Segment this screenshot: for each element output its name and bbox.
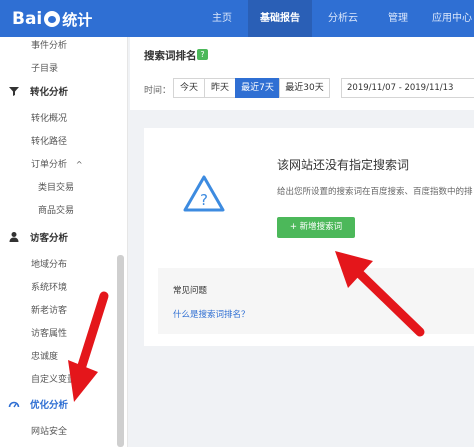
sidebar: 事件分析 子目录 转化分析 转化概况 转化路径 订单分析 ^ 类目交易 商品交易… <box>0 37 128 447</box>
faq-box: 常见问题 什么是搜索词排名？ <box>158 268 474 334</box>
sidebar-item-product-trade[interactable]: 商品交易 <box>38 203 74 216</box>
nav-basic-report[interactable]: 基础报告 <box>248 0 312 37</box>
top-bar: Bai 统计 主页 基础报告 分析云 管理 应用中心 <box>0 0 474 37</box>
sidebar-item-region[interactable]: 地域分布 <box>31 257 67 270</box>
sidebar-item-system-env[interactable]: 系统环境 <box>31 280 67 293</box>
time-last30-button[interactable]: 最近30天 <box>279 78 330 98</box>
logo-text-left: Bai <box>12 9 43 29</box>
sidebar-item-category-trade[interactable]: 类目交易 <box>38 180 74 193</box>
funnel-icon <box>9 87 19 96</box>
sidebar-group-label: 访客分析 <box>30 233 69 244</box>
sidebar-group-visitor[interactable]: 访客分析 <box>8 230 68 244</box>
sidebar-item-custom-variables[interactable]: 自定义变量 <box>31 372 76 385</box>
sidebar-item-loyalty[interactable]: 忠诚度 <box>31 349 58 362</box>
sidebar-item-subdirectory[interactable]: 子目录 <box>31 61 58 74</box>
svg-text:?: ? <box>200 191 208 209</box>
sidebar-item-order-analysis[interactable]: 订单分析 ^ <box>31 157 83 170</box>
sidebar-item-conversion-overview[interactable]: 转化概况 <box>31 111 67 124</box>
paw-icon <box>44 11 61 27</box>
sidebar-item-label: 订单分析 <box>31 160 68 170</box>
page-title: 搜索词排名 <box>144 50 197 62</box>
nav-manage[interactable]: 管理 <box>374 0 422 37</box>
empty-state-title: 该网站还没有指定搜索词 <box>277 158 410 172</box>
logo-text-right: 统计 <box>62 10 93 29</box>
time-today-button[interactable]: 今天 <box>173 78 205 98</box>
faq-link[interactable]: 什么是搜索词排名？ <box>173 308 250 320</box>
help-icon[interactable]: ? <box>197 49 208 60</box>
add-search-term-button[interactable]: + 新增搜索词 <box>277 217 355 238</box>
nav-app-center[interactable]: 应用中心 <box>422 0 474 37</box>
sidebar-item-event-analysis[interactable]: 事件分析 <box>31 38 67 51</box>
date-range-picker[interactable]: 2019/11/07 - 2019/11/13 <box>341 78 474 98</box>
warning-icon: ? <box>183 175 225 212</box>
sidebar-scrollbar[interactable] <box>117 255 124 447</box>
empty-state-panel: ? 该网站还没有指定搜索词 给出您所设置的搜索词在百度搜索、百度指数中的排 + … <box>144 128 474 346</box>
sidebar-group-optimize[interactable]: 优化分析 <box>8 397 68 411</box>
sidebar-group-label: 转化分析 <box>30 87 69 98</box>
empty-state-description: 给出您所设置的搜索词在百度搜索、百度指数中的排 <box>277 187 473 197</box>
report-header-panel: 搜索词排名 ? 时间： 今天 昨天 最近7天 最近30天 2019/11/07 … <box>130 37 474 110</box>
caret-up-icon: ^ <box>75 160 83 169</box>
time-last7-button[interactable]: 最近7天 <box>235 78 280 98</box>
sidebar-group-label: 优化分析 <box>30 400 69 411</box>
nav-analysis-cloud[interactable]: 分析云 <box>312 0 374 37</box>
sidebar-group-conversion[interactable]: 转化分析 <box>8 84 68 98</box>
baidu-tongji-logo[interactable]: Bai 统计 <box>12 7 92 31</box>
time-label: 时间： <box>144 86 172 96</box>
sidebar-item-visitor-attributes[interactable]: 访客属性 <box>31 326 67 339</box>
sidebar-item-site-security[interactable]: 网站安全 <box>31 424 67 437</box>
nav-home[interactable]: 主页 <box>196 0 248 37</box>
person-icon <box>9 232 19 242</box>
faq-title: 常见问题 <box>173 286 208 296</box>
time-yesterday-button[interactable]: 昨天 <box>204 78 236 98</box>
sidebar-item-new-old-visitors[interactable]: 新老访客 <box>31 303 67 316</box>
sidebar-item-conversion-path[interactable]: 转化路径 <box>31 134 67 147</box>
gauge-icon <box>8 401 20 408</box>
